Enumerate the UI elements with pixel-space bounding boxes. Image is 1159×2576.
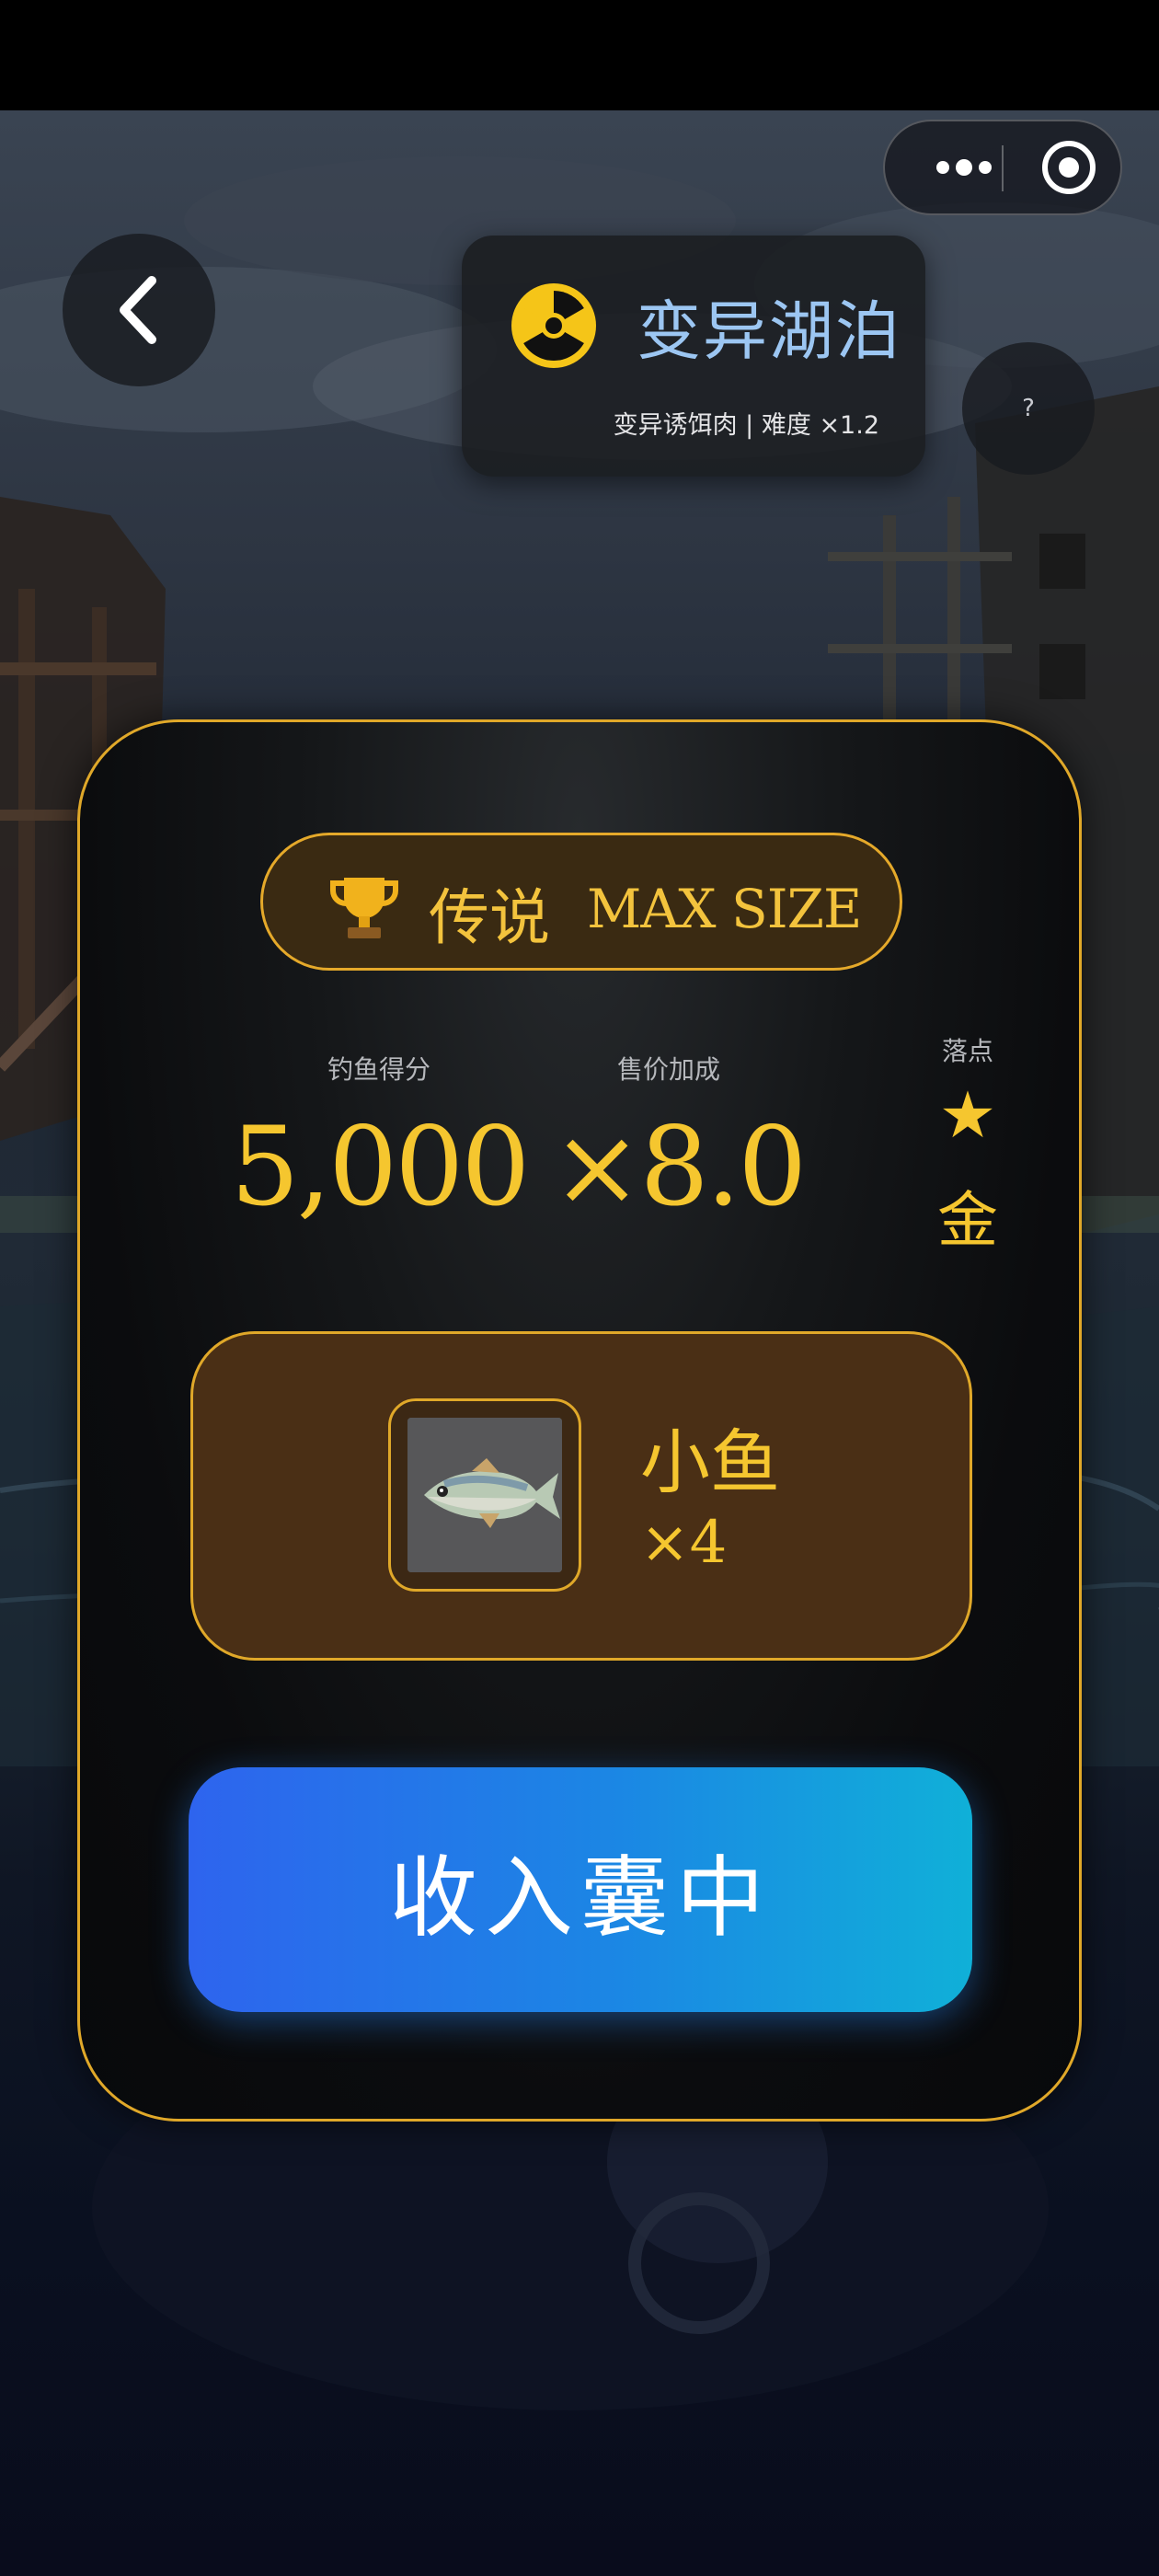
drop-tier: 金 bbox=[937, 1185, 998, 1256]
target-circle-icon[interactable] bbox=[1023, 121, 1115, 213]
collect-button[interactable]: 收入囊中 bbox=[189, 1767, 972, 2012]
multiplier-value: ×8.0 bbox=[551, 1103, 808, 1230]
miniprogram-capsule bbox=[883, 120, 1122, 215]
fish-image bbox=[407, 1418, 562, 1572]
location-title: 变异湖泊 bbox=[637, 293, 901, 369]
rarity-badge: 传说 MAX SIZE bbox=[260, 833, 902, 971]
fish-icon bbox=[407, 1418, 562, 1572]
catch-result-panel: 传说 MAX SIZE 钓鱼得分 5,000 售价加成 ×8.0 落点 ★ 金 bbox=[77, 719, 1082, 2122]
size-label: MAX SIZE bbox=[587, 878, 862, 940]
fish-name: 小鱼 bbox=[640, 1421, 780, 1503]
rarity-label: 传说 bbox=[429, 882, 550, 953]
fish-image-frame bbox=[388, 1398, 581, 1592]
radiation-hazard-icon bbox=[511, 283, 596, 368]
status-bar bbox=[0, 0, 1159, 110]
help-button[interactable]: ? bbox=[962, 342, 1095, 475]
location-card: 变异湖泊 变异诱饵肉 | 难度 ×1.2 bbox=[462, 236, 925, 477]
fish-count: ×4 bbox=[640, 1509, 728, 1577]
capsule-divider bbox=[1002, 145, 1004, 191]
location-subtitle: 变异诱饵肉 | 难度 ×1.2 bbox=[613, 411, 879, 440]
drop-label: 落点 bbox=[941, 1036, 993, 1066]
star-icon: ★ bbox=[938, 1077, 997, 1153]
more-dots-icon[interactable] bbox=[918, 121, 1010, 213]
chevron-left-icon bbox=[120, 276, 156, 344]
trophy-icon bbox=[330, 878, 398, 938]
catch-item-card: 小鱼 ×4 bbox=[190, 1331, 972, 1661]
multiplier-label: 售价加成 bbox=[616, 1054, 720, 1085]
back-button[interactable] bbox=[63, 234, 215, 386]
